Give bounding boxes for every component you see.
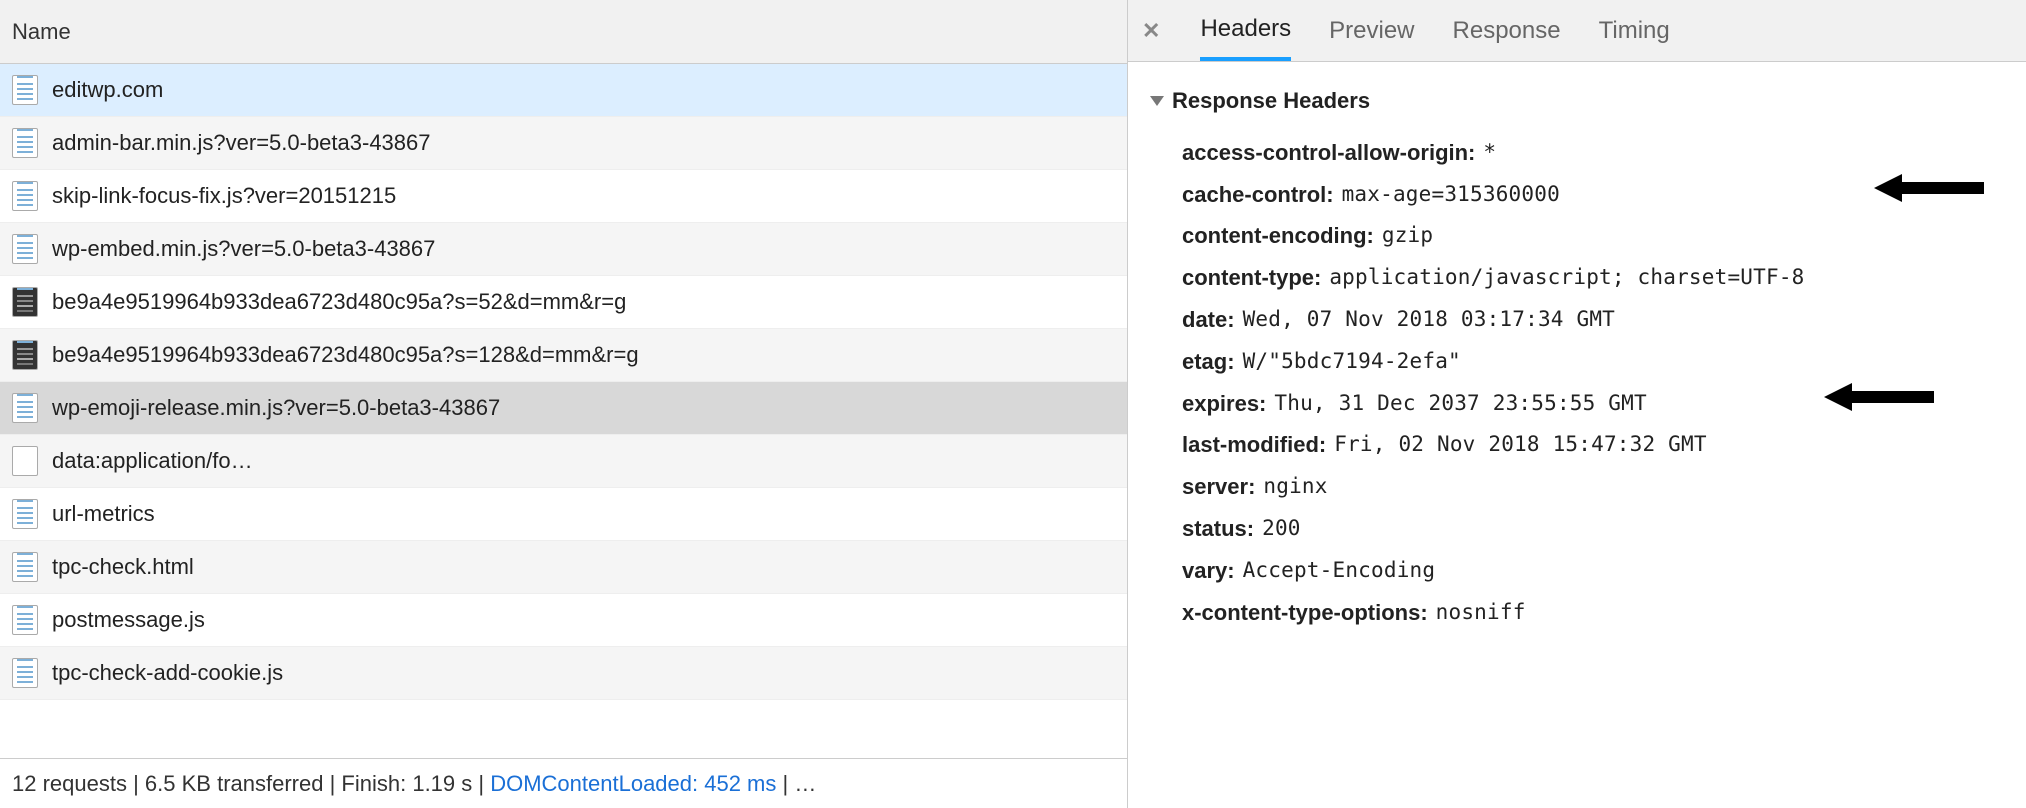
table-row[interactable]: skip-link-focus-fix.js?ver=20151215: [0, 170, 1127, 223]
status-requests: 12 requests: [12, 771, 127, 796]
header-value: gzip: [1382, 216, 1433, 256]
header-row: expires:Thu, 31 Dec 2037 23:55:55 GMT: [1150, 383, 2004, 425]
header-value: Fri, 02 Nov 2018 15:47:32 GMT: [1334, 425, 1706, 465]
header-row: server:nginx: [1150, 466, 2004, 508]
row-label: wp-embed.min.js?ver=5.0-beta3-43867: [52, 236, 435, 262]
table-row[interactable]: editwp.com: [0, 64, 1127, 117]
status-sep: |: [330, 771, 342, 796]
document-file-icon: [12, 181, 38, 211]
status-sep: |: [478, 771, 490, 796]
table-row[interactable]: be9a4e9519964b933dea6723d480c95a?s=128&d…: [0, 329, 1127, 382]
document-file-icon: [12, 393, 38, 423]
header-value: *: [1483, 133, 1496, 173]
header-key: content-encoding:: [1182, 215, 1374, 257]
header-row: content-type:application/javascript; cha…: [1150, 257, 2004, 299]
status-sep: |: [133, 771, 145, 796]
row-label: skip-link-focus-fix.js?ver=20151215: [52, 183, 396, 209]
header-row: access-control-allow-origin:*: [1150, 132, 2004, 174]
header-row: last-modified:Fri, 02 Nov 2018 15:47:32 …: [1150, 424, 2004, 466]
section-title: Response Headers: [1172, 80, 1370, 122]
header-key: date:: [1182, 299, 1235, 341]
table-row[interactable]: tpc-check.html: [0, 541, 1127, 594]
annotation-arrow-icon: [1824, 383, 1934, 411]
document-file-icon: [12, 658, 38, 688]
status-trail: | …: [783, 771, 817, 796]
header-row: etag:W/"5bdc7194-2efa": [1150, 341, 2004, 383]
requests-panel: Name editwp.com admin-bar.min.js?ver=5.0-…: [0, 0, 1128, 808]
header-key: vary:: [1182, 550, 1235, 592]
header-row: date:Wed, 07 Nov 2018 03:17:34 GMT: [1150, 299, 2004, 341]
header-value: nosniff: [1436, 593, 1526, 633]
row-label: data:application/fo…: [52, 448, 253, 474]
header-row: vary:Accept-Encoding: [1150, 550, 2004, 592]
disclosure-triangle-icon: [1150, 96, 1164, 106]
image-file-icon: [12, 287, 38, 317]
status-dcl: DOMContentLoaded: 452 ms: [490, 771, 776, 796]
header-row: content-encoding:gzip: [1150, 215, 2004, 257]
header-key: x-content-type-options:: [1182, 592, 1428, 634]
row-label: url-metrics: [52, 501, 155, 527]
table-row[interactable]: data:application/fo…: [0, 435, 1127, 488]
status-finish: Finish: 1.19 s: [341, 771, 472, 796]
column-header-name[interactable]: Name: [0, 0, 1127, 64]
header-value: 200: [1262, 509, 1301, 549]
headers-view: Response Headers access-control-allow-or…: [1128, 62, 2026, 808]
header-value: nginx: [1263, 467, 1327, 507]
tab-headers[interactable]: Headers: [1200, 15, 1291, 61]
tab-timing[interactable]: Timing: [1599, 17, 1670, 59]
header-value: Thu, 31 Dec 2037 23:55:55 GMT: [1274, 384, 1646, 424]
header-value: max-age=315360000: [1342, 175, 1560, 215]
table-row[interactable]: wp-embed.min.js?ver=5.0-beta3-43867: [0, 223, 1127, 276]
document-file-icon: [12, 552, 38, 582]
row-label: tpc-check.html: [52, 554, 194, 580]
devtools-network-panel: Name editwp.com admin-bar.min.js?ver=5.0-…: [0, 0, 2026, 808]
header-key: etag:: [1182, 341, 1235, 383]
status-transferred: 6.5 KB transferred: [145, 771, 324, 796]
document-file-icon: [12, 75, 38, 105]
table-row[interactable]: url-metrics: [0, 488, 1127, 541]
header-row: x-content-type-options:nosniff: [1150, 592, 2004, 634]
document-file-icon: [12, 605, 38, 635]
blank-file-icon: [12, 446, 38, 476]
header-row: status:200: [1150, 508, 2004, 550]
header-key: content-type:: [1182, 257, 1321, 299]
header-list: access-control-allow-origin:*cache-contr…: [1150, 132, 2004, 634]
annotation-arrow-icon: [1874, 174, 1984, 202]
header-value: application/javascript; charset=UTF-8: [1329, 258, 1804, 298]
table-row[interactable]: postmessage.js: [0, 594, 1127, 647]
row-label: postmessage.js: [52, 607, 205, 633]
header-key: status:: [1182, 508, 1254, 550]
row-label: be9a4e9519964b933dea6723d480c95a?s=128&d…: [52, 342, 639, 368]
header-value: Wed, 07 Nov 2018 03:17:34 GMT: [1243, 300, 1615, 340]
header-key: access-control-allow-origin:: [1182, 132, 1475, 174]
row-label: tpc-check-add-cookie.js: [52, 660, 283, 686]
details-tabs: ✕ Headers Preview Response Timing: [1128, 0, 2026, 62]
row-label: be9a4e9519964b933dea6723d480c95a?s=52&d=…: [52, 289, 626, 315]
details-panel: ✕ Headers Preview Response Timing Respon…: [1128, 0, 2026, 808]
tab-response[interactable]: Response: [1453, 17, 1561, 59]
table-row[interactable]: tpc-check-add-cookie.js: [0, 647, 1127, 700]
row-label: editwp.com: [52, 77, 163, 103]
table-row[interactable]: be9a4e9519964b933dea6723d480c95a?s=52&d=…: [0, 276, 1127, 329]
header-key: expires:: [1182, 383, 1266, 425]
row-label: admin-bar.min.js?ver=5.0-beta3-43867: [52, 130, 431, 156]
header-row: cache-control:max-age=315360000: [1150, 174, 2004, 216]
image-file-icon: [12, 340, 38, 370]
document-file-icon: [12, 128, 38, 158]
document-file-icon: [12, 499, 38, 529]
close-icon[interactable]: ✕: [1142, 18, 1160, 44]
header-value: Accept-Encoding: [1243, 551, 1436, 591]
table-row[interactable]: admin-bar.min.js?ver=5.0-beta3-43867: [0, 117, 1127, 170]
header-key: last-modified:: [1182, 424, 1326, 466]
row-label: wp-emoji-release.min.js?ver=5.0-beta3-43…: [52, 395, 500, 421]
document-file-icon: [12, 234, 38, 264]
response-headers-section[interactable]: Response Headers: [1150, 80, 2004, 122]
requests-list: editwp.com admin-bar.min.js?ver=5.0-beta3…: [0, 64, 1127, 758]
status-bar: 12 requests | 6.5 KB transferred | Finis…: [0, 758, 1127, 808]
tab-preview[interactable]: Preview: [1329, 17, 1414, 59]
header-key: server:: [1182, 466, 1255, 508]
table-row[interactable]: wp-emoji-release.min.js?ver=5.0-beta3-43…: [0, 382, 1127, 435]
header-key: cache-control:: [1182, 174, 1334, 216]
header-value: W/"5bdc7194-2efa": [1243, 342, 1461, 382]
